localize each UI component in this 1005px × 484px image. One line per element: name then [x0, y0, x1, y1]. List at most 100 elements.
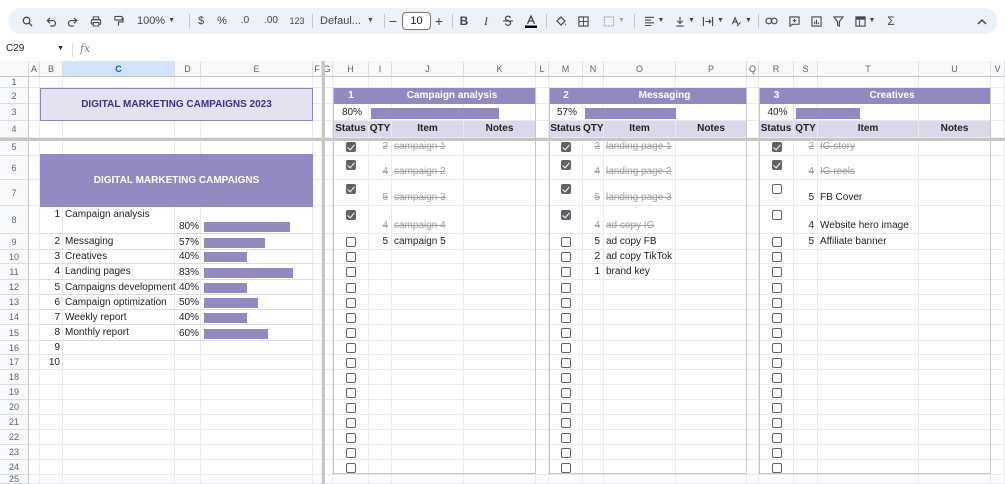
status-checkbox[interactable]: [561, 210, 571, 220]
column-header[interactable]: C: [63, 61, 175, 77]
task-item[interactable]: IG reels: [820, 165, 855, 179]
status-checkbox[interactable]: [346, 313, 356, 323]
column-header[interactable]: U: [919, 61, 991, 77]
status-checkbox[interactable]: [561, 358, 571, 368]
status-checkbox[interactable]: [346, 433, 356, 443]
column-header[interactable]: K: [464, 61, 536, 77]
insert-comment-icon[interactable]: [785, 8, 803, 34]
task-item[interactable]: campaign 5: [394, 234, 446, 250]
row-header[interactable]: 16: [0, 341, 29, 355]
row-header[interactable]: 21: [0, 415, 29, 430]
status-checkbox[interactable]: [772, 463, 782, 473]
status-checkbox[interactable]: [561, 448, 571, 458]
decrease-decimal-button[interactable]: .0: [236, 8, 254, 34]
status-checkbox[interactable]: [772, 210, 782, 220]
row-header[interactable]: 13: [0, 295, 29, 310]
row-header[interactable]: 2: [0, 88, 29, 104]
functions-button[interactable]: Σ: [882, 8, 900, 34]
row-header[interactable]: 12: [0, 280, 29, 295]
task-item[interactable]: Affiliate banner: [820, 234, 887, 250]
row-header[interactable]: 23: [0, 445, 29, 460]
status-checkbox[interactable]: [772, 343, 782, 353]
status-checkbox[interactable]: [561, 267, 571, 277]
status-checkbox[interactable]: [772, 448, 782, 458]
insert-link-icon[interactable]: [762, 8, 780, 34]
font-size-increase-button[interactable]: +: [432, 8, 446, 34]
search-menus-icon[interactable]: [18, 8, 36, 34]
status-checkbox[interactable]: [772, 418, 782, 428]
borders-icon[interactable]: [574, 8, 592, 34]
task-item[interactable]: Website hero image: [820, 219, 909, 233]
status-checkbox[interactable]: [346, 373, 356, 383]
status-checkbox[interactable]: [561, 313, 571, 323]
column-header[interactable]: J: [392, 61, 464, 77]
increase-decimal-button[interactable]: .00: [260, 8, 282, 34]
name-box[interactable]: C29 ▼: [6, 43, 66, 57]
status-checkbox[interactable]: [346, 463, 356, 473]
row-header[interactable]: 20: [0, 400, 29, 415]
currency-format-button[interactable]: $: [193, 8, 209, 34]
row-header[interactable]: 17: [0, 355, 29, 370]
strikethrough-icon[interactable]: [500, 8, 516, 34]
row-header[interactable]: 19: [0, 385, 29, 400]
status-checkbox[interactable]: [346, 403, 356, 413]
status-checkbox[interactable]: [561, 328, 571, 338]
column-header[interactable]: A: [29, 61, 40, 77]
status-checkbox[interactable]: [772, 237, 782, 247]
column-header[interactable]: D: [175, 61, 201, 77]
column-header[interactable]: M: [549, 61, 583, 77]
row-header[interactable]: 9: [0, 234, 29, 250]
status-checkbox[interactable]: [346, 343, 356, 353]
status-checkbox[interactable]: [346, 160, 356, 170]
row-header[interactable]: 14: [0, 310, 29, 325]
status-checkbox[interactable]: [561, 343, 571, 353]
status-checkbox[interactable]: [561, 403, 571, 413]
insert-chart-icon[interactable]: [807, 8, 825, 34]
column-header[interactable]: R: [759, 61, 794, 77]
text-wrapping-icon[interactable]: ▼: [700, 8, 726, 34]
status-checkbox[interactable]: [772, 433, 782, 443]
collapse-menu-icon[interactable]: [973, 8, 991, 34]
task-item[interactable]: landing page 3: [606, 191, 672, 205]
column-header[interactable]: I: [369, 61, 392, 77]
row-header[interactable]: 11: [0, 264, 29, 280]
task-item[interactable]: FB Cover: [820, 191, 862, 205]
column-header[interactable]: F: [313, 61, 322, 77]
status-checkbox[interactable]: [346, 252, 356, 262]
status-checkbox[interactable]: [772, 328, 782, 338]
column-header[interactable]: T: [818, 61, 919, 77]
status-checkbox[interactable]: [772, 298, 782, 308]
status-checkbox[interactable]: [346, 283, 356, 293]
task-item[interactable]: campaign 4: [394, 219, 446, 233]
redo-icon[interactable]: [64, 8, 82, 34]
status-checkbox[interactable]: [346, 237, 356, 247]
status-checkbox[interactable]: [346, 388, 356, 398]
status-checkbox[interactable]: [772, 313, 782, 323]
column-header[interactable]: B: [40, 61, 63, 77]
row-header[interactable]: 4: [0, 121, 29, 138]
row-header[interactable]: 10: [0, 250, 29, 264]
status-checkbox[interactable]: [346, 448, 356, 458]
task-item[interactable]: ad copy TikTok: [606, 250, 672, 264]
status-checkbox[interactable]: [772, 267, 782, 277]
frozen-column-divider[interactable]: [322, 61, 325, 484]
status-checkbox[interactable]: [561, 433, 571, 443]
font-size-input[interactable]: 10: [402, 12, 431, 30]
row-header[interactable]: 3: [0, 104, 29, 121]
task-item[interactable]: ad copy IG: [606, 219, 654, 233]
status-checkbox[interactable]: [346, 418, 356, 428]
column-header[interactable]: E: [201, 61, 313, 77]
status-checkbox[interactable]: [772, 388, 782, 398]
select-all-corner[interactable]: [0, 61, 29, 77]
bold-button[interactable]: B: [456, 8, 472, 34]
status-checkbox[interactable]: [346, 358, 356, 368]
row-header[interactable]: 25: [0, 475, 29, 484]
status-checkbox[interactable]: [346, 210, 356, 220]
column-header[interactable]: O: [604, 61, 676, 77]
row-header[interactable]: 15: [0, 325, 29, 341]
number-format-button[interactable]: 123: [286, 8, 308, 34]
status-checkbox[interactable]: [561, 142, 571, 152]
frozen-row-divider[interactable]: [0, 138, 1005, 141]
italic-button[interactable]: I: [478, 8, 494, 34]
status-checkbox[interactable]: [346, 328, 356, 338]
